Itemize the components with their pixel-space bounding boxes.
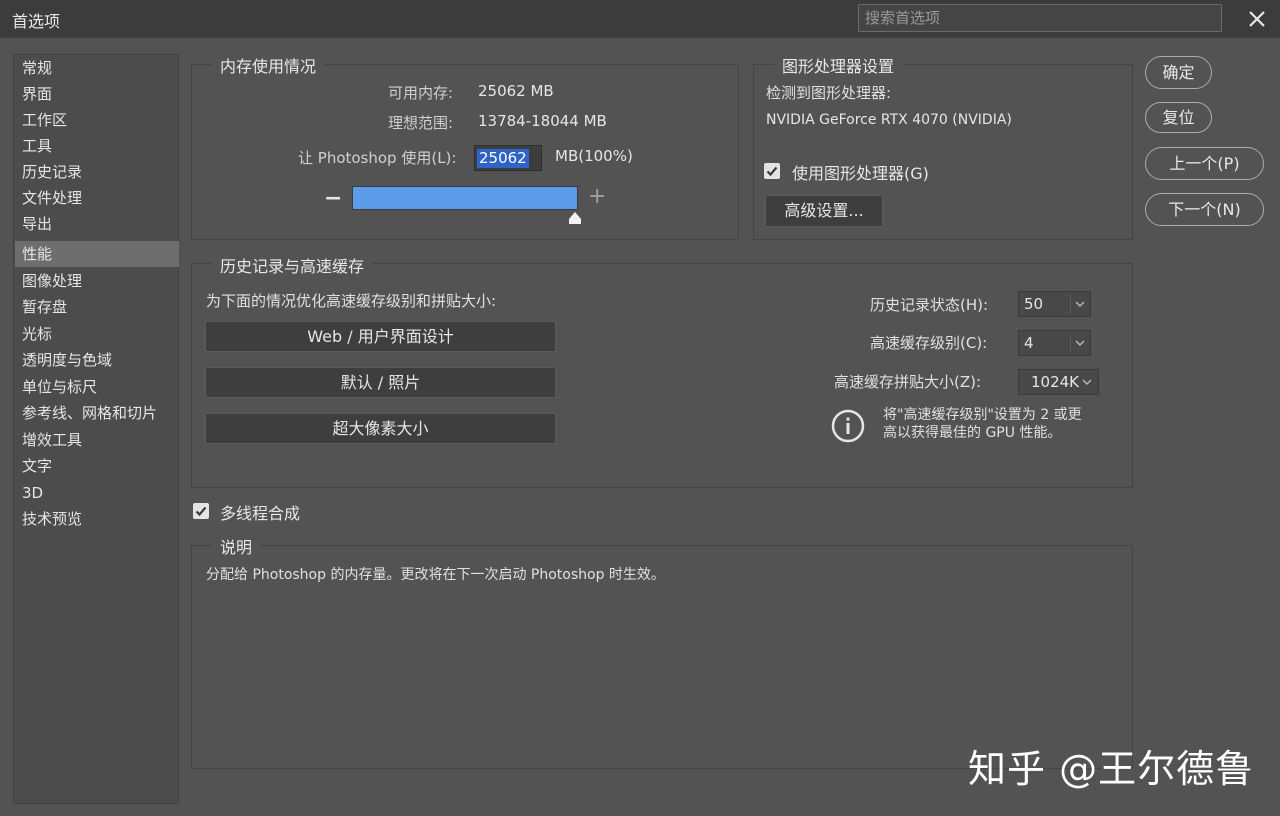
dialog-title: 首选项 [12,12,61,31]
previous-button[interactable]: 上一个(P) [1145,147,1264,180]
sidebar-item-workspace[interactable]: 工作区 [15,107,179,133]
memory-unit-label: MB(100%) [555,147,633,165]
sidebar-item-plugins[interactable]: 增效工具 [15,427,179,453]
sidebar-item-3d[interactable]: 3D [15,480,179,506]
cache-tile-size-select[interactable]: 1024K [1018,369,1099,395]
info-icon [831,409,865,443]
sidebar-item-units-rulers[interactable]: 单位与标尺 [15,374,179,400]
gpu-name: NVIDIA GeForce RTX 4070 (NVIDIA) [766,112,1012,128]
memory-amount-value: 25062 [477,149,529,168]
search-input[interactable] [858,4,1222,32]
cache-tile-size-label: 高速缓存拼贴大小(Z): [834,373,982,391]
chevron-down-icon [1070,334,1088,352]
sidebar-item-tech-previews[interactable]: 技术预览 [15,506,179,532]
let-photoshop-use-label: 让 Photoshop 使用(L): [298,149,457,167]
ok-button[interactable]: 确定 [1145,56,1212,89]
sidebar-item-transparency[interactable]: 透明度与色域 [15,347,179,373]
sidebar-item-scratch-disks[interactable]: 暂存盘 [15,294,179,320]
ideal-range-value: 13784-18044 MB [478,112,607,130]
web-ui-design-button[interactable]: Web / 用户界面设计 [205,321,556,352]
category-sidebar: 常规 界面 工作区 工具 历史记录 文件处理 导出 性能 图像处理 暂存盘 光标… [13,54,179,804]
multithreaded-compositing-checkbox[interactable] [193,503,209,519]
sidebar-item-type[interactable]: 文字 [15,453,179,479]
use-gpu-checkbox[interactable] [764,163,780,179]
cache-levels-label: 高速缓存级别(C): [870,334,988,352]
chevron-down-icon [1070,295,1088,313]
description-text: 分配给 Photoshop 的内存量。更改将在下一次启动 Photoshop 时… [206,567,665,583]
history-states-select[interactable]: 50 [1018,291,1091,317]
memory-slider-handle[interactable] [568,211,582,225]
memory-usage-legend: 内存使用情况 [212,53,325,77]
increase-memory-icon[interactable]: + [588,184,606,209]
advanced-settings-button[interactable]: 高级设置... [765,195,883,227]
available-memory-label: 可用内存: [388,84,454,102]
description-legend: 说明 [212,534,261,558]
memory-slider-track[interactable] [352,186,578,210]
sidebar-item-cursors[interactable]: 光标 [15,321,179,347]
cache-levels-select[interactable]: 4 [1018,330,1091,356]
history-states-value: 50 [1024,295,1044,313]
optimize-text: 为下面的情况优化高速缓存级别和拼贴大小: [206,292,497,310]
sidebar-item-performance[interactable]: 性能 [15,241,179,267]
sidebar-item-guides-grid[interactable]: 参考线、网格和切片 [15,400,179,426]
sidebar-item-tools[interactable]: 工具 [15,133,179,159]
multithreaded-compositing-label[interactable]: 多线程合成 [220,500,300,524]
sidebar-item-file-handling[interactable]: 文件处理 [15,185,179,211]
cache-levels-value: 4 [1024,334,1034,352]
info-text-line2: 高以获得最佳的 GPU 性能。 [883,425,1062,441]
detected-gpu-label: 检测到图形处理器: [766,84,892,102]
sidebar-item-general[interactable]: 常规 [15,55,179,81]
chevron-down-icon [1078,373,1096,391]
history-states-label: 历史记录状态(H): [870,296,989,314]
sidebar-item-image-processing[interactable]: 图像处理 [15,268,179,294]
available-memory-value: 25062 MB [478,82,554,100]
sidebar-item-history[interactable]: 历史记录 [15,159,179,185]
reset-button[interactable]: 复位 [1145,102,1212,133]
memory-amount-input[interactable]: 25062 [474,145,542,171]
default-photos-button[interactable]: 默认 / 照片 [205,367,556,398]
decrease-memory-icon[interactable]: − [324,186,342,211]
memory-usage-panel [191,64,739,240]
next-button[interactable]: 下一个(N) [1145,193,1264,226]
gpu-settings-legend: 图形处理器设置 [774,53,903,77]
huge-pixel-dimensions-button[interactable]: 超大像素大小 [205,413,556,444]
ideal-range-label: 理想范围: [388,114,454,132]
sidebar-item-interface[interactable]: 界面 [15,81,179,107]
use-gpu-label[interactable]: 使用图形处理器(G) [792,160,929,184]
cache-tile-size-value: 1024K [1031,373,1080,391]
watermark-text: 知乎 @王尔德鲁 [968,747,1255,791]
history-cache-legend: 历史记录与高速缓存 [212,253,373,277]
sidebar-item-export[interactable]: 导出 [15,211,179,237]
info-text-line1: 将"高速缓存级别"设置为 2 或更 [883,407,1082,423]
close-icon[interactable] [1244,6,1270,32]
